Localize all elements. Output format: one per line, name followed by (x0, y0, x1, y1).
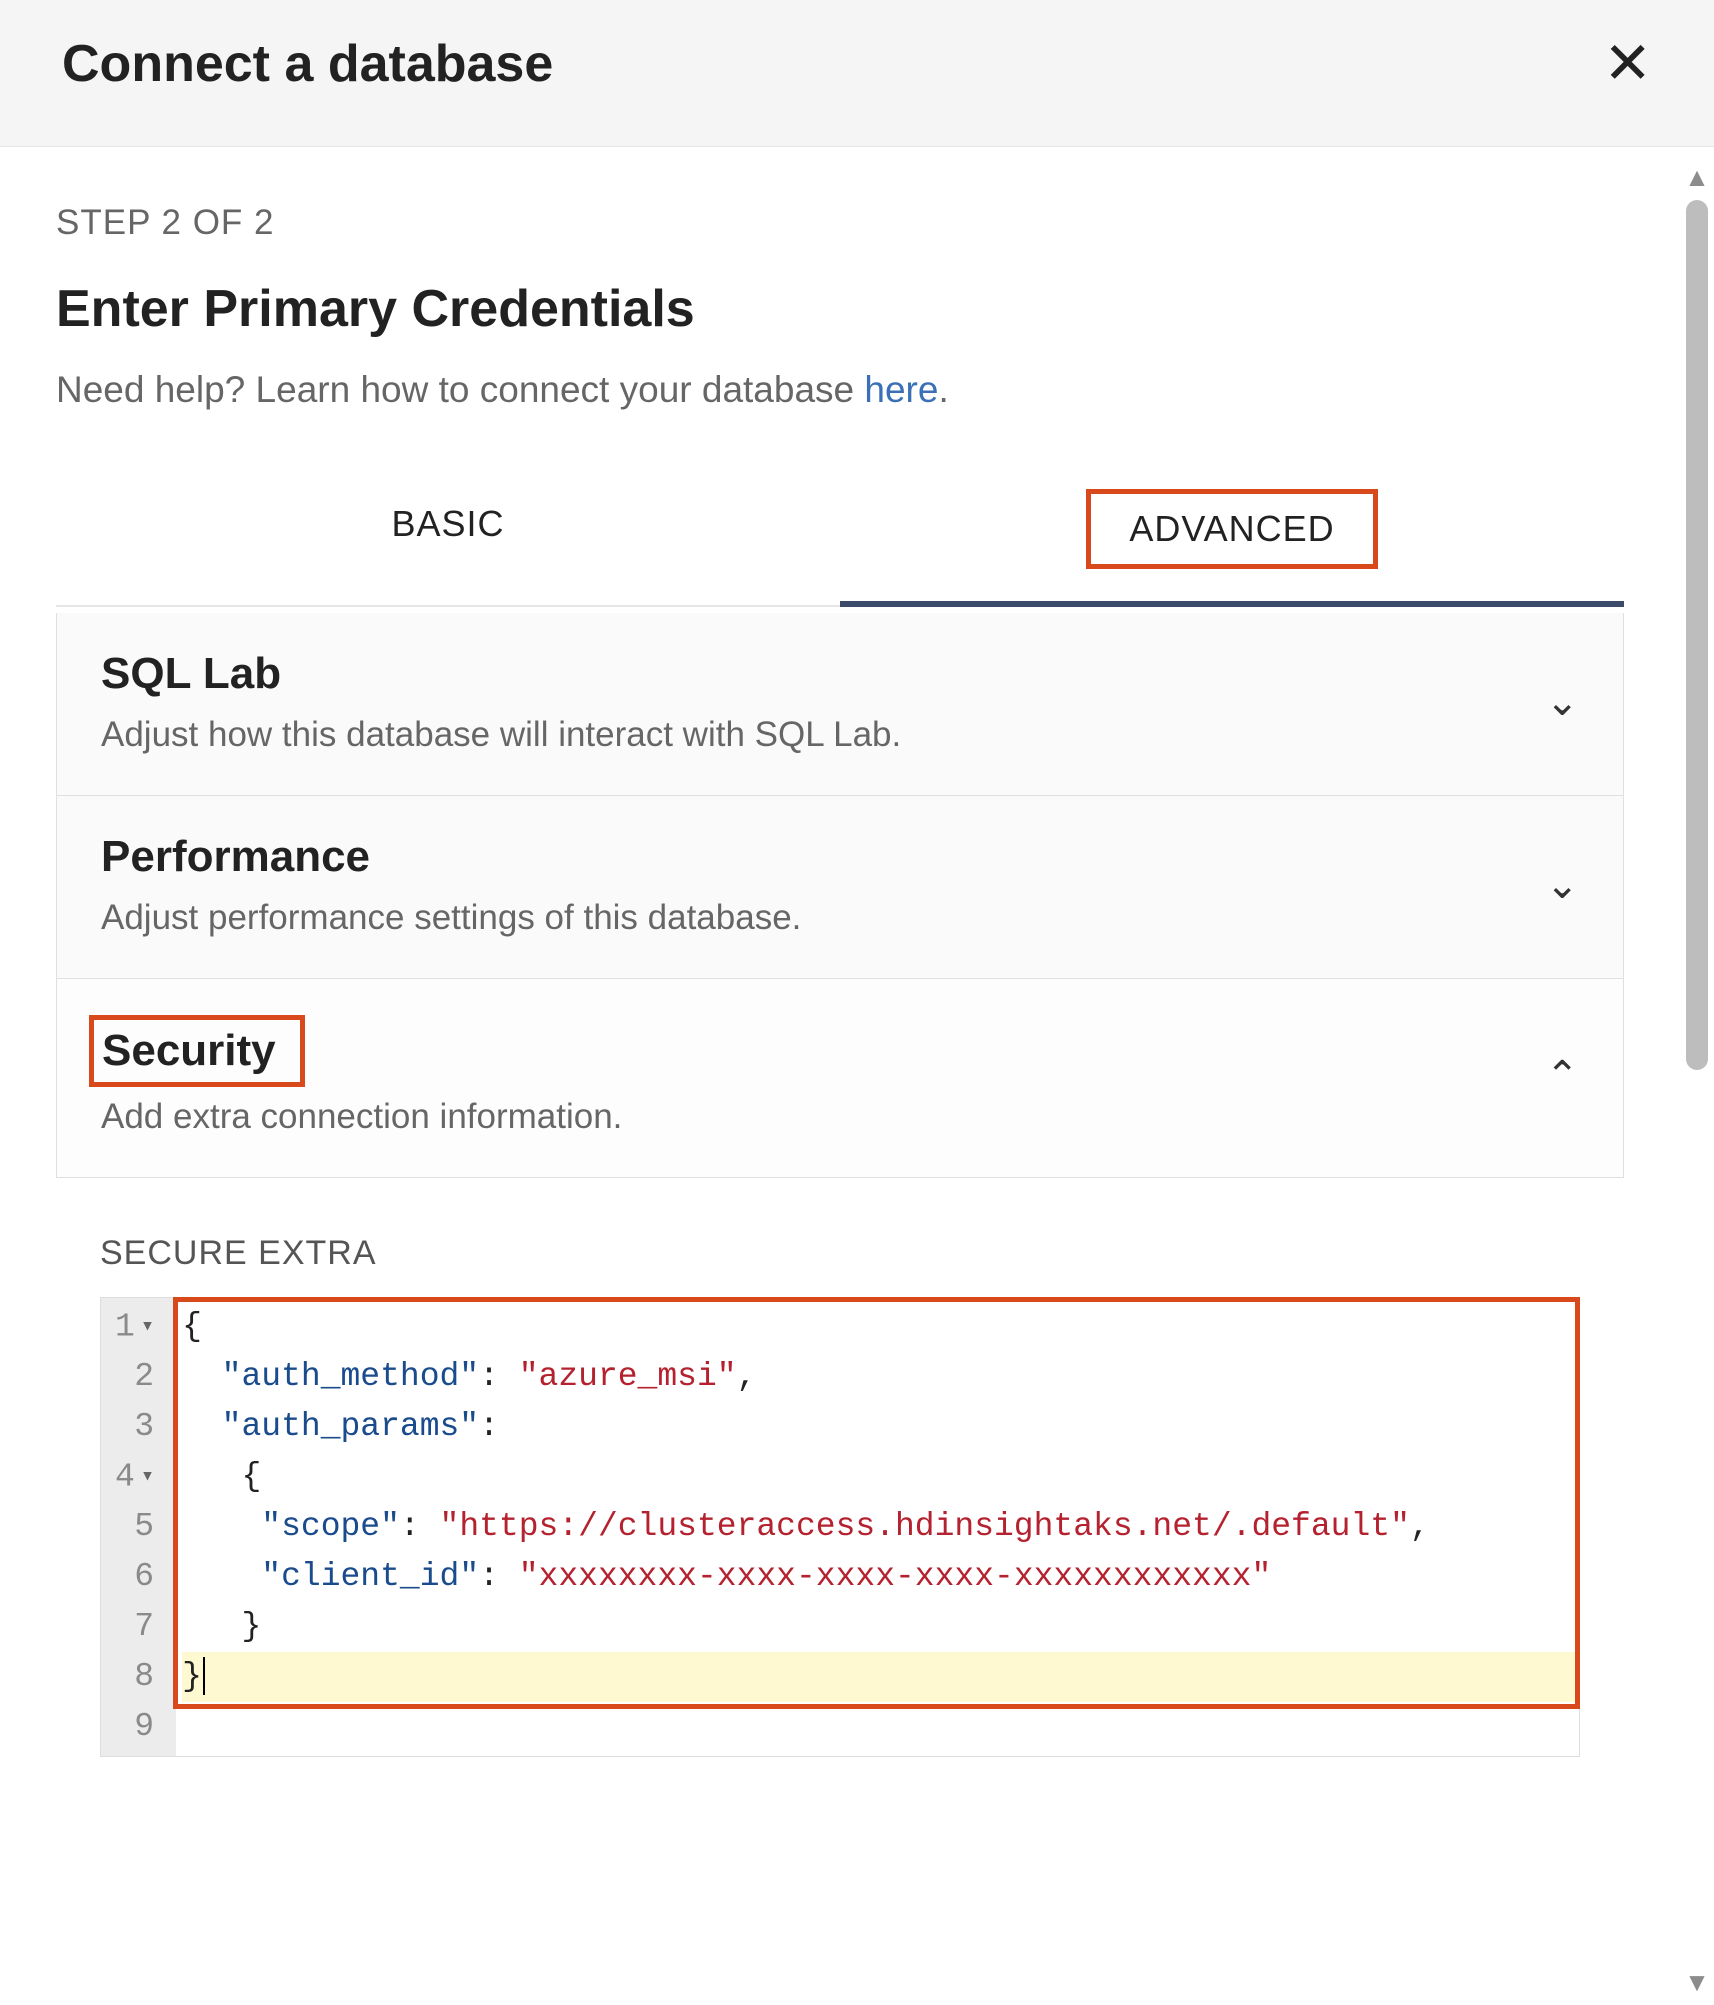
step-indicator: STEP 2 OF 2 (56, 203, 1624, 243)
scrollbar[interactable]: ▲ ▼ (1680, 160, 1714, 1999)
scroll-up-icon[interactable]: ▲ (1680, 160, 1714, 194)
tab-advanced-label: ADVANCED (1086, 489, 1377, 569)
gutter-line: 7 (115, 1602, 154, 1652)
code-line[interactable]: { (182, 1452, 1579, 1502)
code-line[interactable]: "client_id": "xxxxxxxx-xxxx-xxxx-xxxx-xx… (182, 1552, 1579, 1602)
code-content[interactable]: { "auth_method": "azure_msi", "auth_para… (176, 1298, 1579, 1756)
secure-extra-label: SECURE EXTRA (100, 1234, 1580, 1273)
gutter-line: 4▾ (115, 1452, 154, 1502)
tab-advanced[interactable]: ADVANCED (840, 455, 1624, 607)
accordion-sql-lab[interactable]: SQL Lab Adjust how this database will in… (56, 613, 1624, 796)
code-line[interactable]: "scope": "https://clusteraccess.hdinsigh… (182, 1502, 1579, 1552)
gutter-line: 9 (115, 1702, 154, 1752)
page-title: Enter Primary Credentials (56, 279, 1624, 339)
accordion-security[interactable]: Security Add extra connection informatio… (56, 978, 1624, 1178)
close-icon[interactable]: ✕ (1603, 35, 1652, 93)
gutter-line: 2 (115, 1352, 154, 1402)
fold-marker-icon[interactable]: ▾ (141, 1302, 154, 1352)
code-line[interactable]: { (182, 1302, 1579, 1352)
code-line[interactable]: "auth_params": (182, 1402, 1579, 1452)
tab-bar: BASIC ADVANCED (56, 455, 1624, 607)
gutter-line: 3 (115, 1402, 154, 1452)
gutter-line: 1▾ (115, 1302, 154, 1352)
fold-marker-icon[interactable]: ▾ (141, 1452, 154, 1502)
accordion-performance-subtitle: Adjust performance settings of this data… (101, 898, 1525, 938)
accordion-performance[interactable]: Performance Adjust performance settings … (56, 795, 1624, 979)
help-text-prefix: Need help? Learn how to connect your dat… (56, 369, 864, 410)
accordion-sql-lab-title: SQL Lab (101, 649, 1525, 699)
text-caret (203, 1657, 205, 1695)
code-line[interactable]: } (182, 1602, 1579, 1652)
code-line[interactable]: "auth_method": "azure_msi", (182, 1352, 1579, 1402)
gutter-line: 5 (115, 1502, 154, 1552)
gutter-line: 6 (115, 1552, 154, 1602)
code-line[interactable] (182, 1702, 1579, 1752)
code-gutter: 1▾234▾56789 (101, 1298, 176, 1756)
code-editor[interactable]: 1▾234▾56789 { "auth_method": "azure_msi"… (100, 1297, 1580, 1757)
tab-basic[interactable]: BASIC (56, 455, 840, 607)
secure-extra-section: SECURE EXTRA 1▾234▾56789 { "auth_method"… (56, 1178, 1624, 1757)
accordion-security-title: Security (102, 1026, 276, 1076)
gutter-line: 8 (115, 1652, 154, 1702)
modal-title: Connect a database (62, 34, 553, 94)
modal-body: STEP 2 OF 2 Enter Primary Credentials Ne… (0, 147, 1680, 1757)
accordion-performance-title: Performance (101, 832, 1525, 882)
help-link[interactable]: here (864, 369, 938, 410)
chevron-down-icon: ⌄ (1525, 862, 1579, 908)
chevron-up-icon: ⌃ (1525, 1053, 1579, 1099)
code-editor-wrap: 1▾234▾56789 { "auth_method": "azure_msi"… (100, 1297, 1580, 1757)
modal-root: Connect a database ✕ STEP 2 OF 2 Enter P… (0, 0, 1714, 2005)
chevron-down-icon: ⌄ (1525, 679, 1579, 725)
accordion-sql-lab-subtitle: Adjust how this database will interact w… (101, 715, 1525, 755)
security-title-highlight: Security (89, 1015, 305, 1087)
scroll-thumb[interactable] (1686, 200, 1708, 1070)
scroll-down-icon[interactable]: ▼ (1680, 1965, 1714, 1999)
modal-header: Connect a database ✕ (0, 0, 1714, 147)
help-text: Need help? Learn how to connect your dat… (56, 369, 1624, 411)
code-line[interactable]: } (182, 1652, 1579, 1702)
tab-basic-label: BASIC (353, 489, 542, 559)
help-text-suffix: . (938, 369, 948, 410)
accordion-security-subtitle: Add extra connection information. (101, 1097, 1525, 1137)
